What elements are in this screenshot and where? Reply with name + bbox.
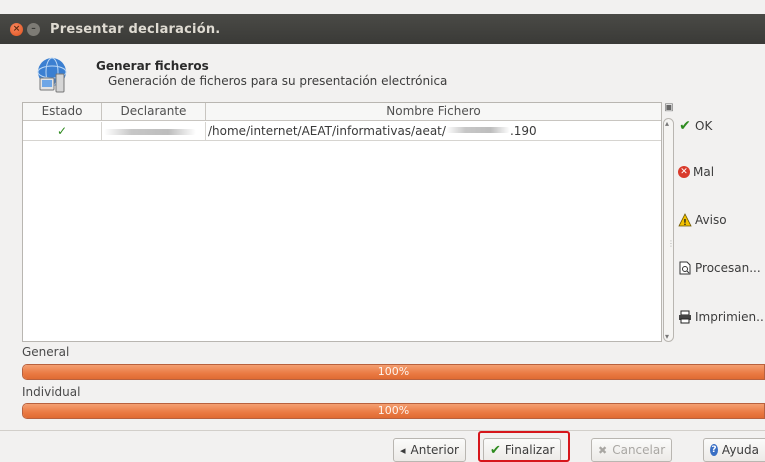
table-header: Estado Declarante Nombre Fichero xyxy=(23,103,661,121)
declarante-cell xyxy=(102,121,206,141)
column-chooser-icon[interactable]: ▣ xyxy=(663,102,675,114)
scroll-down-icon[interactable]: ▾ xyxy=(665,332,669,341)
help-icon: ? xyxy=(710,444,718,456)
close-window-icon[interactable]: × xyxy=(10,22,23,36)
table-row[interactable]: ✓ /home/internet/AEAT/informativas/aeat/… xyxy=(23,121,661,141)
header-title: Generar ficheros xyxy=(96,59,209,73)
legend-imprimiendo: Imprimien... xyxy=(678,310,765,324)
status-ok-cell: ✓ xyxy=(23,121,102,141)
header-subtitle: Generación de ficheros para su presentac… xyxy=(108,74,448,88)
files-table: Estado Declarante Nombre Fichero ✓ /home… xyxy=(22,102,662,342)
window-titlebar: × – Presentar declaración. xyxy=(0,14,765,44)
legend-aviso: ! Aviso xyxy=(678,213,727,227)
svg-text:!: ! xyxy=(683,218,687,227)
individual-progress-bar: 100% xyxy=(22,403,765,419)
legend-mal: ✕ Mal xyxy=(678,165,714,179)
individual-progress-label: Individual xyxy=(22,385,81,399)
legend-procesando: Procesan... xyxy=(678,261,761,275)
redacted-blur xyxy=(104,128,196,135)
filename-extension: .190 xyxy=(509,123,537,138)
back-arrow-icon: ◂ xyxy=(400,443,406,457)
general-progress-text: 100% xyxy=(377,365,410,378)
cancelar-button[interactable]: ✖ Cancelar xyxy=(591,438,673,462)
general-progress-bar: 100% xyxy=(22,364,765,380)
network-computer-icon xyxy=(37,57,67,93)
cancel-x-icon: ✖ xyxy=(598,443,608,457)
document-search-icon xyxy=(679,261,691,275)
footer-divider xyxy=(0,430,765,431)
ayuda-button[interactable]: ? Ayuda xyxy=(703,438,765,462)
window-title: Presentar declaración. xyxy=(50,21,221,37)
table-scrollbar[interactable]: ▣ ▴ ⋮ ▾ xyxy=(663,102,675,342)
scroll-grip-icon[interactable]: ⋮ xyxy=(667,239,675,248)
printer-icon xyxy=(679,310,691,324)
redacted-blur xyxy=(445,125,510,135)
scrollbar-track[interactable]: ▴ ⋮ ▾ xyxy=(663,118,675,342)
column-header-nombre-fichero[interactable]: Nombre Fichero xyxy=(206,103,661,121)
filename-path: /home/internet/AEAT/informativas/aeat/ xyxy=(208,123,446,138)
scroll-up-icon[interactable]: ▴ xyxy=(665,119,669,128)
column-header-declarante[interactable]: Declarante xyxy=(102,103,206,121)
column-header-estado[interactable]: Estado xyxy=(23,103,102,121)
error-icon: ✕ xyxy=(678,166,690,178)
warning-icon: ! xyxy=(678,213,692,227)
anterior-button[interactable]: ◂ Anterior xyxy=(393,438,466,462)
minimize-window-icon[interactable]: – xyxy=(27,22,40,36)
legend-ok: ✔ OK xyxy=(679,118,713,134)
individual-progress-text: 100% xyxy=(377,404,410,417)
check-icon: ✔ xyxy=(679,118,691,134)
filename-cell: /home/internet/AEAT/informativas/aeat/ .1… xyxy=(206,122,661,141)
finalizar-highlight-frame xyxy=(478,431,570,462)
general-progress-label: General xyxy=(22,345,70,359)
